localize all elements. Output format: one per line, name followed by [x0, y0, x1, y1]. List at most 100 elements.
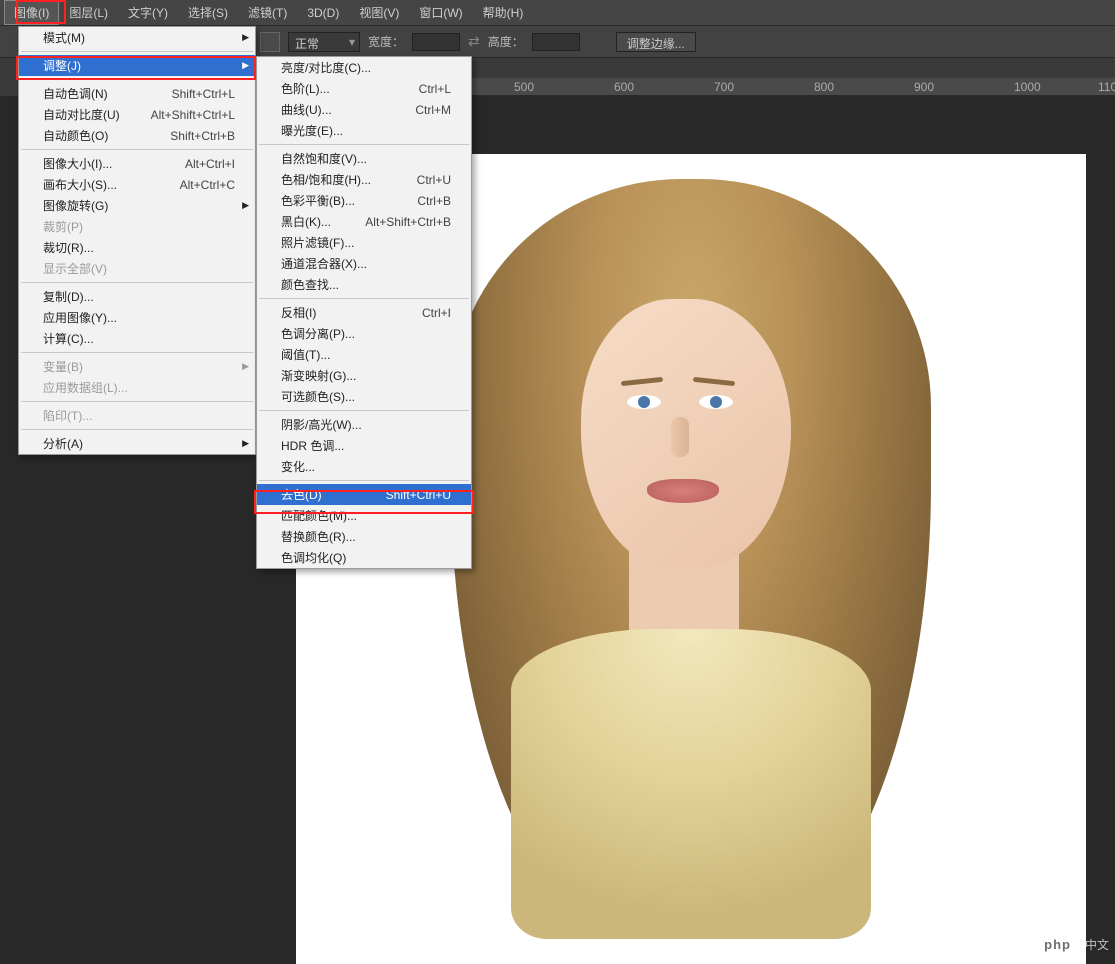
- image-menu-item[interactable]: 分析(A) ▶: [19, 433, 255, 454]
- adjustments-menu-item[interactable]: 匹配颜色(M)...: [257, 505, 471, 526]
- image-menu-item[interactable]: 自动色调(N)Shift+Ctrl+L: [19, 83, 255, 104]
- menu-separator: [259, 410, 469, 411]
- menu-item-label: 亮度/对比度(C)...: [281, 59, 371, 76]
- adjustments-menu-item[interactable]: 阴影/高光(W)...: [257, 414, 471, 435]
- adjustments-menu-item[interactable]: 可选颜色(S)...: [257, 386, 471, 407]
- portrait-image: [411, 179, 971, 939]
- adjustments-menu-item[interactable]: 亮度/对比度(C)...: [257, 57, 471, 78]
- menu-item-label: 分析(A): [43, 435, 83, 452]
- adjustments-menu-item[interactable]: 去色(D)Shift+Ctrl+U: [257, 484, 471, 505]
- image-menu-item[interactable]: 自动颜色(O) Shift+Ctrl+B: [19, 125, 255, 146]
- watermark-text: 中文: [1085, 936, 1109, 953]
- menu-type[interactable]: 文字(Y): [118, 0, 178, 25]
- adjustments-menu-item[interactable]: 颜色查找...: [257, 274, 471, 295]
- image-menu-item[interactable]: 图像旋转(G)▶: [19, 195, 255, 216]
- adjustments-menu-item[interactable]: 替换颜色(R)...: [257, 526, 471, 547]
- submenu-arrow-icon: ▶: [242, 361, 249, 372]
- adjustments-menu-item[interactable]: 变化...: [257, 456, 471, 477]
- ruler-tick: 800: [814, 80, 834, 94]
- menu-separator: [21, 352, 253, 353]
- adjustments-menu-item[interactable]: 曝光度(E)...: [257, 120, 471, 141]
- adjustments-menu-item[interactable]: 反相(I)Ctrl+I: [257, 302, 471, 323]
- adjustments-menu-item[interactable]: 黑白(K)...Alt+Shift+Ctrl+B: [257, 211, 471, 232]
- menu-item-label: 调整(J): [43, 57, 81, 74]
- menu-shortcut: Ctrl+I: [422, 306, 451, 320]
- adjustments-menu-item[interactable]: 色调分离(P)...: [257, 323, 471, 344]
- adjustments-menu-item[interactable]: 曲线(U)...Ctrl+M: [257, 99, 471, 120]
- height-label: 高度：: [488, 33, 524, 50]
- menu-item-label: 黑白(K)...: [281, 213, 331, 230]
- image-menu-item[interactable]: 裁切(R)...: [19, 237, 255, 258]
- adjustments-menu-item[interactable]: 通道混合器(X)...: [257, 253, 471, 274]
- ruler-tick: 700: [714, 80, 734, 94]
- refine-edge-button[interactable]: 调整边缘...: [616, 32, 696, 52]
- selection-mode-icon[interactable]: [260, 32, 280, 52]
- menu-shortcut: Alt+Ctrl+I: [185, 157, 235, 171]
- adjustments-submenu: 亮度/对比度(C)... 色阶(L)...Ctrl+L曲线(U)...Ctrl+M…: [256, 56, 472, 569]
- height-field[interactable]: [532, 33, 580, 51]
- image-menu-item[interactable]: 复制(D)...: [19, 286, 255, 307]
- menu-view[interactable]: 视图(V): [349, 0, 409, 25]
- menu-item-label: 色相/饱和度(H)...: [281, 171, 371, 188]
- menu-item-label: 自动颜色(O): [43, 127, 108, 144]
- adjustments-menu-item[interactable]: 色相/饱和度(H)...Ctrl+U: [257, 169, 471, 190]
- menu-filter[interactable]: 滤镜(T): [238, 0, 297, 25]
- blend-mode-dropdown[interactable]: 正常: [288, 32, 360, 52]
- menu-item-label: 自动对比度(U): [43, 106, 120, 123]
- menu-item-label: 色彩平衡(B)...: [281, 192, 355, 209]
- menu-layer[interactable]: 图层(L): [59, 0, 118, 25]
- menu-separator: [21, 51, 253, 52]
- watermark: php 中文: [1036, 935, 1109, 954]
- image-menu-item: 应用数据组(L)...: [19, 377, 255, 398]
- menu-item-label: 色阶(L)...: [281, 80, 330, 97]
- menu-item-label: 图像旋转(G): [43, 197, 108, 214]
- image-menu-item[interactable]: 自动对比度(U) Alt+Shift+Ctrl+L: [19, 104, 255, 125]
- menu-item-label: 色调均化(Q): [281, 549, 346, 566]
- adjustments-menu-item[interactable]: HDR 色调...: [257, 435, 471, 456]
- image-menu-item[interactable]: 画布大小(S)...Alt+Ctrl+C: [19, 174, 255, 195]
- menu-item-label: 自然饱和度(V)...: [281, 150, 367, 167]
- menu-shortcut: Alt+Shift+Ctrl+L: [151, 108, 235, 122]
- swap-icon[interactable]: ⇄: [468, 33, 480, 50]
- menu-image[interactable]: 图像(I): [4, 0, 59, 25]
- menu-separator: [21, 401, 253, 402]
- adjustments-menu-item[interactable]: 色调均化(Q): [257, 547, 471, 568]
- menu-item-label: 应用数据组(L)...: [43, 379, 128, 396]
- menu-item-label: 画布大小(S)...: [43, 176, 117, 193]
- menu-select[interactable]: 选择(S): [178, 0, 238, 25]
- menu-item-label: 裁切(R)...: [43, 239, 94, 256]
- image-menu-item[interactable]: 模式(M)▶: [19, 27, 255, 48]
- ruler-tick: 1100: [1098, 80, 1115, 94]
- image-menu-item[interactable]: 应用图像(Y)...: [19, 307, 255, 328]
- adjustments-menu-item[interactable]: 色阶(L)...Ctrl+L: [257, 78, 471, 99]
- image-menu-item: 显示全部(V): [19, 258, 255, 279]
- width-field[interactable]: [412, 33, 460, 51]
- image-menu-item: 变量(B) ▶: [19, 356, 255, 377]
- submenu-arrow-icon: ▶: [242, 32, 249, 43]
- menu-shortcut: Shift+Ctrl+B: [170, 129, 235, 143]
- menu-item-label: 裁剪(P): [43, 218, 83, 235]
- menu-item-label: HDR 色调...: [281, 437, 344, 454]
- menu-item-label: 计算(C)...: [43, 330, 94, 347]
- menu-separator: [259, 298, 469, 299]
- menu-window[interactable]: 窗口(W): [409, 0, 472, 25]
- menu-separator: [21, 79, 253, 80]
- image-menu-item[interactable]: 调整(J)▶: [19, 55, 255, 76]
- menu-separator: [21, 282, 253, 283]
- menu-item-label: 变量(B): [43, 358, 83, 375]
- menu-3d[interactable]: 3D(D): [297, 2, 349, 24]
- submenu-arrow-icon: ▶: [242, 438, 249, 449]
- width-label: 宽度：: [368, 33, 404, 50]
- image-menu-item[interactable]: 计算(C)...: [19, 328, 255, 349]
- menu-shortcut: Ctrl+B: [417, 194, 451, 208]
- menu-item-label: 通道混合器(X)...: [281, 255, 367, 272]
- adjustments-menu-item[interactable]: 阈值(T)...: [257, 344, 471, 365]
- adjustments-menu-item[interactable]: 照片滤镜(F)...: [257, 232, 471, 253]
- menu-help[interactable]: 帮助(H): [473, 0, 534, 25]
- menu-item-label: 图像大小(I)...: [43, 155, 112, 172]
- image-menu-item[interactable]: 图像大小(I)... Alt+Ctrl+I: [19, 153, 255, 174]
- adjustments-menu-item[interactable]: 自然饱和度(V)...: [257, 148, 471, 169]
- adjustments-menu-item[interactable]: 渐变映射(G)...: [257, 365, 471, 386]
- adjustments-menu-item[interactable]: 色彩平衡(B)... Ctrl+B: [257, 190, 471, 211]
- menu-item-label: 曝光度(E)...: [281, 122, 343, 139]
